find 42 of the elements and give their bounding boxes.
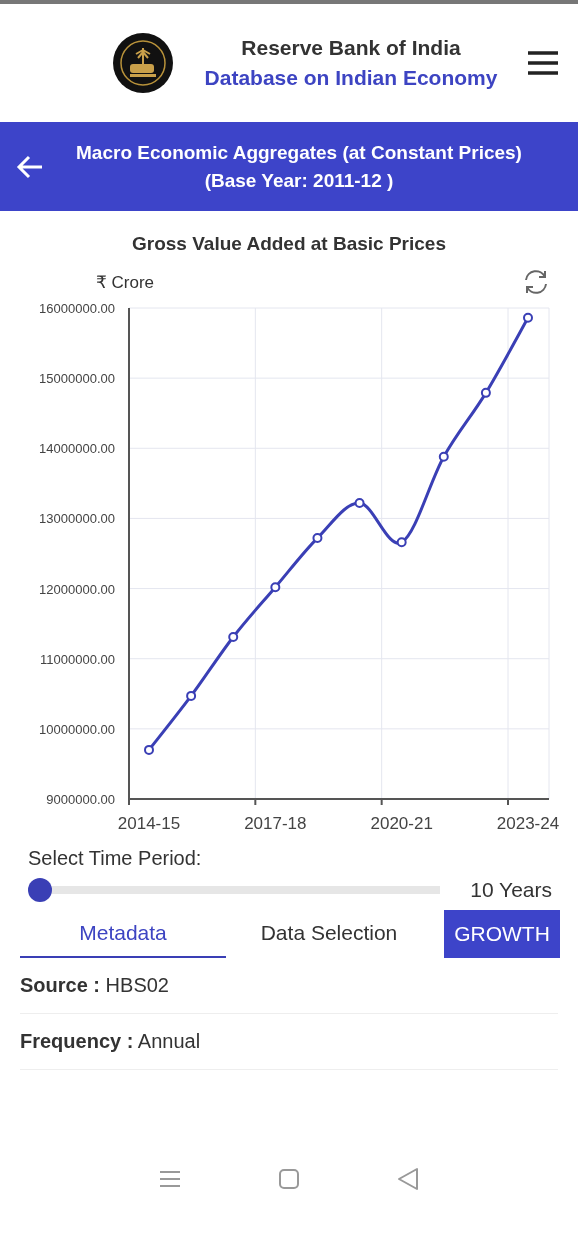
unit-label: ₹ Crore xyxy=(96,271,155,293)
menu-icon[interactable] xyxy=(528,51,558,75)
metadata-row: Frequency : Annual xyxy=(20,1030,201,1052)
refresh-icon[interactable] xyxy=(522,269,550,295)
data-point xyxy=(480,387,491,398)
data-point xyxy=(354,498,365,508)
data-point xyxy=(144,744,154,755)
tab[interactable]: Data Selection xyxy=(226,910,432,958)
x-tick-label: 2023-24 xyxy=(496,814,560,833)
data-point xyxy=(270,582,281,593)
y-tick-label: 13000000.00 xyxy=(39,511,115,527)
data-point xyxy=(186,690,197,701)
y-tick-label: 11000000.00 xyxy=(40,651,115,667)
y-tick-label: 9000000.00 xyxy=(46,792,115,807)
back-icon[interactable] xyxy=(397,1167,420,1191)
y-tick-label: 16000000.00 xyxy=(39,301,115,316)
slider-thumb[interactable] xyxy=(28,878,52,902)
back-arrow-icon[interactable] xyxy=(16,154,44,179)
page-title: Macro Economic Aggregates (at Constant Prices) (Base Year: 2011-12 ) xyxy=(75,140,523,193)
x-tick-label: 2017-18 xyxy=(244,814,307,833)
time-period-label: Select Time Period: xyxy=(27,847,203,870)
y-tick-label: 10000000.00 xyxy=(39,721,115,737)
data-point xyxy=(523,312,533,323)
x-tick-label: 2020-21 xyxy=(370,814,433,833)
growth-button[interactable]: GROWTH xyxy=(444,910,560,958)
metadata-row: Source : HBS02 xyxy=(20,974,169,996)
y-tick-label: 12000000.00 xyxy=(39,581,115,597)
tab[interactable]: Metadata xyxy=(20,910,226,958)
app-title: Reserve Bank of India xyxy=(241,36,461,60)
logo-icon xyxy=(112,32,174,94)
data-point xyxy=(438,451,449,462)
data-point xyxy=(228,631,239,642)
home-icon[interactable] xyxy=(278,1168,300,1190)
y-tick-label: 15000000.00 xyxy=(39,371,115,387)
y-tick-label: 14000000.00 xyxy=(39,441,115,457)
x-tick-label: 2014-15 xyxy=(117,814,181,833)
slider-reading: 10 Years xyxy=(470,878,552,902)
app-subtitle: Database on Indian Economy xyxy=(204,66,498,90)
time-period-slider[interactable] xyxy=(28,878,441,902)
data-point xyxy=(312,533,323,544)
chart-title: Gross Value Added at Basic Prices xyxy=(131,233,447,255)
data-point xyxy=(396,537,407,548)
